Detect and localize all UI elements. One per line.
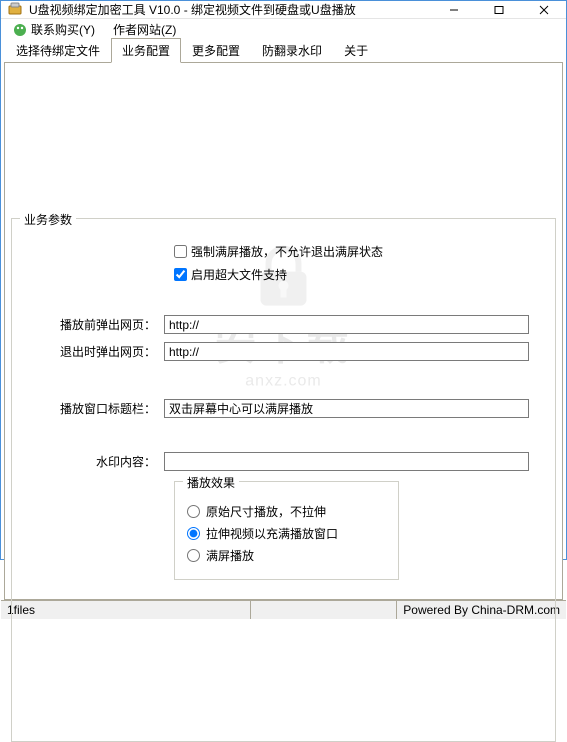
window-title-input[interactable] <box>164 399 529 418</box>
contact-icon <box>13 23 27 37</box>
window-controls <box>431 1 566 18</box>
menu-contact[interactable]: 联系购买(Y) <box>5 19 103 40</box>
tab-anti-record[interactable]: 防翻录水印 <box>251 38 333 62</box>
effect-fullscreen-label: 满屏播放 <box>206 547 254 564</box>
tabbar: 选择待绑定文件 业务配置 更多配置 防翻录水印 关于 <box>1 40 566 62</box>
app-icon <box>7 2 23 18</box>
watermark-input[interactable] <box>164 452 529 471</box>
watermark-label: 水印内容： <box>24 453 164 470</box>
close-button[interactable] <box>521 1 566 18</box>
large-file-checkbox[interactable] <box>174 268 187 281</box>
window-title-label: 播放窗口标题栏： <box>24 400 164 417</box>
window-title: U盘视频绑定加密工具 V10.0 - 绑定视频文件到硬盘或U盘播放 <box>29 1 431 18</box>
tab-more-config[interactable]: 更多配置 <box>181 38 251 62</box>
effect-original-radio[interactable] <box>187 505 200 518</box>
play-effect-group: 播放效果 原始尺寸播放，不拉伸 拉伸视频以充满播放窗口 满屏播放 <box>174 481 399 580</box>
tab-select-files[interactable]: 选择待绑定文件 <box>5 38 111 62</box>
force-fullscreen-label: 强制满屏播放，不允许退出满屏状态 <box>191 243 383 260</box>
app-window: U盘视频绑定加密工具 V10.0 - 绑定视频文件到硬盘或U盘播放 联系购买(Y… <box>0 0 567 560</box>
maximize-button[interactable] <box>476 1 521 18</box>
exit-url-input[interactable] <box>164 342 529 361</box>
exit-url-label: 退出时弹出网页： <box>24 343 164 360</box>
menu-contact-label: 联系购买(Y) <box>31 21 95 38</box>
tab-panel: 安下载 anxz.com 业务参数 强制满屏播放，不允许退出满屏状态 启用超大文… <box>4 62 563 600</box>
menu-website-label: 作者网站(Z) <box>113 21 176 38</box>
pre-url-input[interactable] <box>164 315 529 334</box>
pre-url-label: 播放前弹出网页： <box>24 316 164 333</box>
effect-stretch-label: 拉伸视频以充满播放窗口 <box>206 525 338 542</box>
minimize-button[interactable] <box>431 1 476 18</box>
effect-original-label: 原始尺寸播放，不拉伸 <box>206 503 326 520</box>
effect-fullscreen-radio[interactable] <box>187 549 200 562</box>
tab-about[interactable]: 关于 <box>333 38 379 62</box>
effect-stretch-radio[interactable] <box>187 527 200 540</box>
tab-business-config[interactable]: 业务配置 <box>111 38 181 63</box>
menubar: 联系购买(Y) 作者网站(Z) <box>1 19 566 40</box>
play-effect-title: 播放效果 <box>183 474 239 491</box>
force-fullscreen-checkbox[interactable] <box>174 245 187 258</box>
titlebar: U盘视频绑定加密工具 V10.0 - 绑定视频文件到硬盘或U盘播放 <box>1 1 566 19</box>
business-params-group: 业务参数 强制满屏播放，不允许退出满屏状态 启用超大文件支持 播放前弹出网页： … <box>11 218 556 742</box>
large-file-label: 启用超大文件支持 <box>191 266 287 283</box>
group-title: 业务参数 <box>20 211 76 228</box>
menu-website[interactable]: 作者网站(Z) <box>105 19 184 40</box>
